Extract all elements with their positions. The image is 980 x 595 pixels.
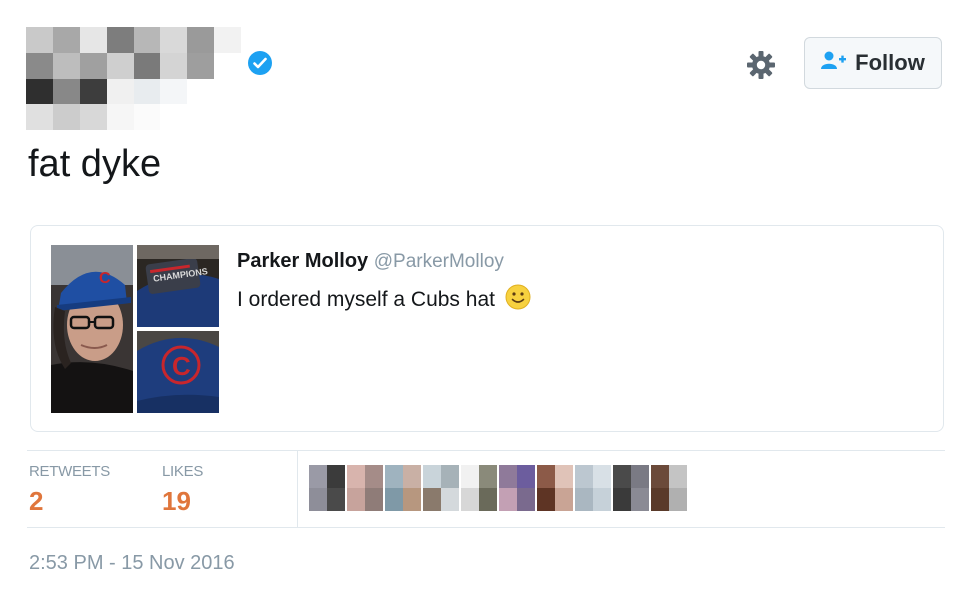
stats-divider (297, 451, 298, 527)
liker-avatars (309, 465, 689, 511)
quoted-author-name[interactable]: Parker Molloy (237, 250, 368, 272)
liker-avatar[interactable] (537, 465, 573, 511)
liker-avatar[interactable] (423, 465, 459, 511)
liker-avatar[interactable] (347, 465, 383, 511)
tweet-timestamp[interactable]: 2:53 PM - 15 Nov 2016 (29, 552, 235, 575)
quoted-tweet-card[interactable]: C CHAMPIONS C Parker Molloy @ParkerMollo… (30, 225, 944, 432)
quoted-tweet-header: Parker Molloy @ParkerMolloy (237, 250, 504, 273)
liker-avatar[interactable] (575, 465, 611, 511)
quoted-tweet-text: I ordered myself a Cubs hat (237, 284, 531, 316)
likes-label: LIKES (162, 463, 204, 480)
liker-avatar[interactable] (499, 465, 535, 511)
add-user-icon (821, 50, 847, 76)
likes-count: 19 (162, 486, 191, 516)
media-photo-hat-logo[interactable]: C (137, 331, 219, 413)
smiley-emoji-icon (505, 284, 531, 316)
verified-badge-icon (248, 51, 272, 75)
quoted-author-handle[interactable]: @ParkerMolloy (374, 251, 504, 272)
author-avatar-pixelated[interactable] (26, 27, 241, 130)
liker-avatar[interactable] (461, 465, 497, 511)
quoted-media-grid[interactable]: C CHAMPIONS C (51, 245, 219, 413)
liker-avatar[interactable] (651, 465, 687, 511)
retweets-count: 2 (29, 486, 44, 516)
retweets-label: RETWEETS (29, 463, 110, 480)
tweet-stats: RETWEETS 2 LIKES 19 (27, 450, 945, 528)
svg-text:C: C (99, 270, 111, 287)
follow-label: Follow (855, 50, 925, 75)
quoted-tweet-body: I ordered myself a Cubs hat (237, 288, 495, 311)
tweet-text: fat dyke (28, 143, 162, 185)
svg-text:C: C (172, 351, 191, 381)
media-photo-selfie[interactable]: C (51, 245, 133, 413)
follow-button[interactable]: Follow (804, 37, 942, 89)
media-photo-hat-tag[interactable]: CHAMPIONS (137, 245, 219, 327)
liker-avatar[interactable] (385, 465, 421, 511)
liker-avatar[interactable] (309, 465, 345, 511)
liker-avatar[interactable] (613, 465, 649, 511)
likes-stat[interactable]: LIKES 19 (162, 463, 203, 517)
gear-icon[interactable] (745, 49, 777, 81)
retweets-stat[interactable]: RETWEETS 2 (29, 463, 110, 517)
